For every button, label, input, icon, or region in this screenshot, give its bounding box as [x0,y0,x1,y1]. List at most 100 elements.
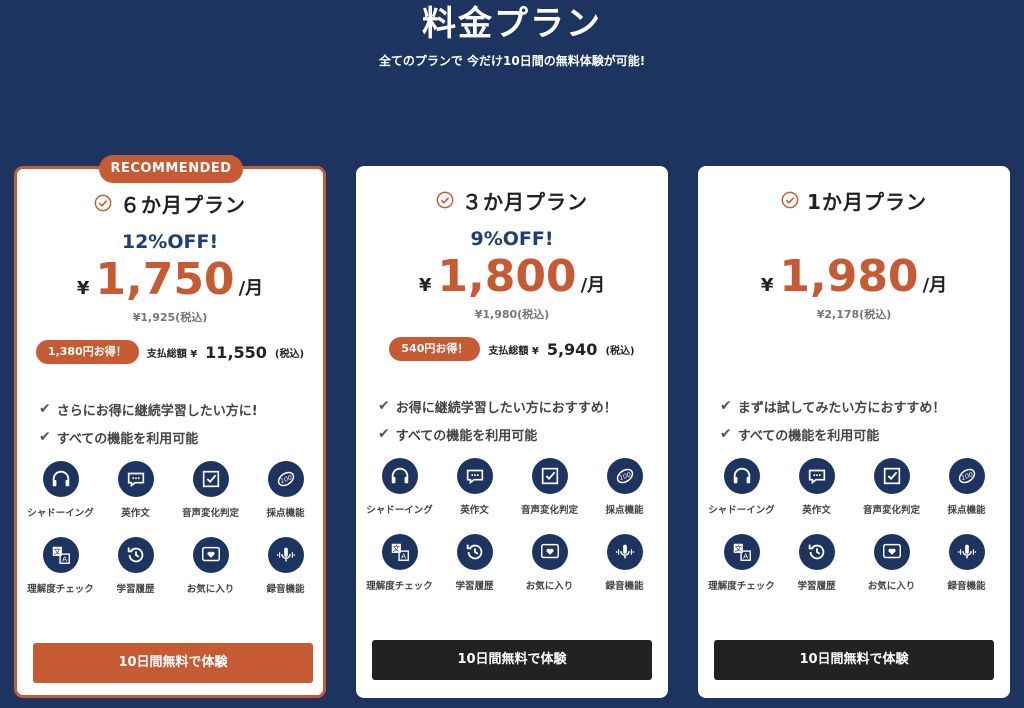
plan-header: ６か月プラン [17,189,323,217]
monthly-price: 1,800 [437,251,577,302]
monthly-price: 1,980 [779,251,919,302]
feature-item: ✔ すべての機能を利用可能 [39,429,199,447]
feature-item: ✔ すべての機能を利用可能 [378,426,538,444]
score-100-icon: 100 [948,458,985,494]
feature-icon-item: 100 採点機能 [248,461,323,529]
feature-icon-label: 採点機能 [947,505,986,516]
feature-icon-label: 音声変化判定 [520,505,578,516]
free-trial-button[interactable]: 10日間無料で体験 [33,643,313,683]
free-trial-button[interactable]: 10日間無料で体験 [714,640,994,680]
tax-inclusive-price: ¥2,178(税込) [816,308,892,321]
translate-icon: 文A [723,534,760,570]
feature-icon-grid: シャドーイング 英作文 音声変化判定 100 採点機能文 A 理解度チェック 学習履歴 お気に入… [23,461,323,605]
feature-item: ✔ まずは試してみたい方におすすめ！ [720,398,946,416]
feature-icon-label: 英作文 [802,505,831,516]
feature-icon-item: 学習履歴 [98,537,173,605]
feature-icon-label: 理解度チェック [27,584,94,595]
history-icon [798,534,835,570]
headphones-icon [381,458,418,494]
feature-item: ✔ さらにお得に継続学習したい方に! [39,401,258,419]
feature-icon-label: 英作文 [121,508,150,519]
tax-inclusive-price: ¥1,980(税込) [474,308,550,321]
total-amount: 5,940 [546,339,598,359]
feature-icon-grid: シャドーイング 英作文 音声変化判定 100 採点機能文 A 理解度チェック 学習履歴 お気に入… [362,458,662,602]
plan-name: ３か月プラン [462,189,588,214]
feature-icon-item: 文 A 理解度チェック [704,534,779,602]
headphones-icon [723,458,760,494]
plan-card-1month: 1か月プラン ¥ 1,980 /月 ¥2,178(税込) ✔ まずは試してみたい方… [698,166,1010,698]
feature-icon-label: お気に入り [525,581,574,592]
feature-icon-label: 採点機能 [266,508,305,519]
discount-label: 12%OFF! [121,231,219,253]
feature-item: ✔ お得に継続学習したい方におすすめ！ [378,398,617,416]
feature-list: ✔ まずは試してみたい方におすすめ！ ✔ すべての機能を利用可能 [720,392,1000,448]
feature-icon-item: シャドーイング [23,461,98,529]
saving-row: 540円お得！ 支払総額 ¥ 5,940 (税込) [356,336,668,362]
feature-icon-item: 学習履歴 [779,534,854,602]
plan-name: ６か月プラン [120,192,246,217]
per-month: /月 [922,275,948,296]
chat-bubble-icon [456,458,493,494]
headphones-icon [42,461,79,497]
recommended-badge: RECOMMENDED [99,155,243,183]
discount-label: 9%OFF! [470,228,554,250]
check-circle-icon [436,191,454,209]
feature-icon-label: 学習履歴 [455,581,494,592]
total-tax: (税込) [274,348,305,360]
checkbox-icon [192,461,229,497]
checkmark-icon: ✔ [378,398,390,414]
history-icon [117,537,154,573]
currency-symbol: ¥ [76,278,90,299]
feature-icon-label: 録音機能 [605,581,644,592]
feature-icon-label: 理解度チェック [708,581,775,592]
feature-icon-item: 100 採点機能 [929,458,1004,526]
feature-list: ✔ お得に継続学習したい方におすすめ！ ✔ すべての機能を利用可能 [378,392,658,448]
price-row: ¥ 1,800 /月 [356,250,668,304]
feature-icon-item: 文 A 理解度チェック [23,537,98,605]
feature-icon-label: 理解度チェック [366,581,433,592]
feature-icon-label: 録音機能 [947,581,986,592]
plan-name: 1か月プラン [807,189,927,214]
feature-icon-item: お気に入り [512,534,587,602]
checkmark-icon: ✔ [39,401,51,417]
score-100-icon: 100 [606,458,643,494]
checkbox-icon [531,458,568,494]
free-trial-button[interactable]: 10日間無料で体験 [372,640,652,680]
heart-icon [531,534,568,570]
saving-badge: 1,380円お得！ [35,340,139,364]
feature-icon-label: 採点機能 [605,505,644,516]
currency-symbol: ¥ [418,275,432,296]
checkmark-icon: ✔ [378,426,390,442]
feature-icon-label: シャドーイング [366,505,433,516]
feature-icon-item: お気に入り [854,534,929,602]
price-row: ¥ 1,980 /月 [698,250,1010,304]
svg-text:A: A [743,551,748,560]
currency-symbol: ¥ [760,275,774,296]
microphone-icon [606,534,643,570]
chat-bubble-icon [798,458,835,494]
monthly-price: 1,750 [95,254,235,305]
feature-icon-item: お気に入り [173,537,248,605]
total-label: 支払総額 ¥ [146,348,198,360]
feature-item: ✔ すべての機能を利用可能 [720,426,880,444]
feature-icon-item: 100 採点機能 [587,458,662,526]
feature-list: ✔ さらにお得に継続学習したい方に! ✔ すべての機能を利用可能 [39,395,319,451]
svg-text:A: A [401,551,406,560]
tax-inclusive-price: ¥1,925(税込) [132,311,208,324]
checkbox-icon [873,458,910,494]
checkmark-icon: ✔ [39,429,51,445]
feature-icon-label: お気に入り [186,584,235,595]
feature-icon-item: 音声変化判定 [173,461,248,529]
total-amount: 11,550 [205,342,267,362]
page-subtitle: 全てのプランで 今だけ10日間の無料体験が可能! [378,54,646,68]
feature-icon-label: 英作文 [460,505,489,516]
feature-icon-label: シャドーイング [27,508,94,519]
chat-bubble-icon [117,461,154,497]
plan-card-3month: ３か月プラン 9%OFF! ¥ 1,800 /月 ¥1,980(税込) 540円… [356,166,668,698]
feature-icon-item: 英作文 [437,458,512,526]
check-circle-icon [94,194,112,212]
price-row: ¥ 1,750 /月 [17,253,323,307]
score-100-icon: 100 [267,461,304,497]
microphone-icon [267,537,304,573]
saving-row: 1,380円お得！ 支払総額 ¥ 11,550 (税込) [17,339,323,365]
